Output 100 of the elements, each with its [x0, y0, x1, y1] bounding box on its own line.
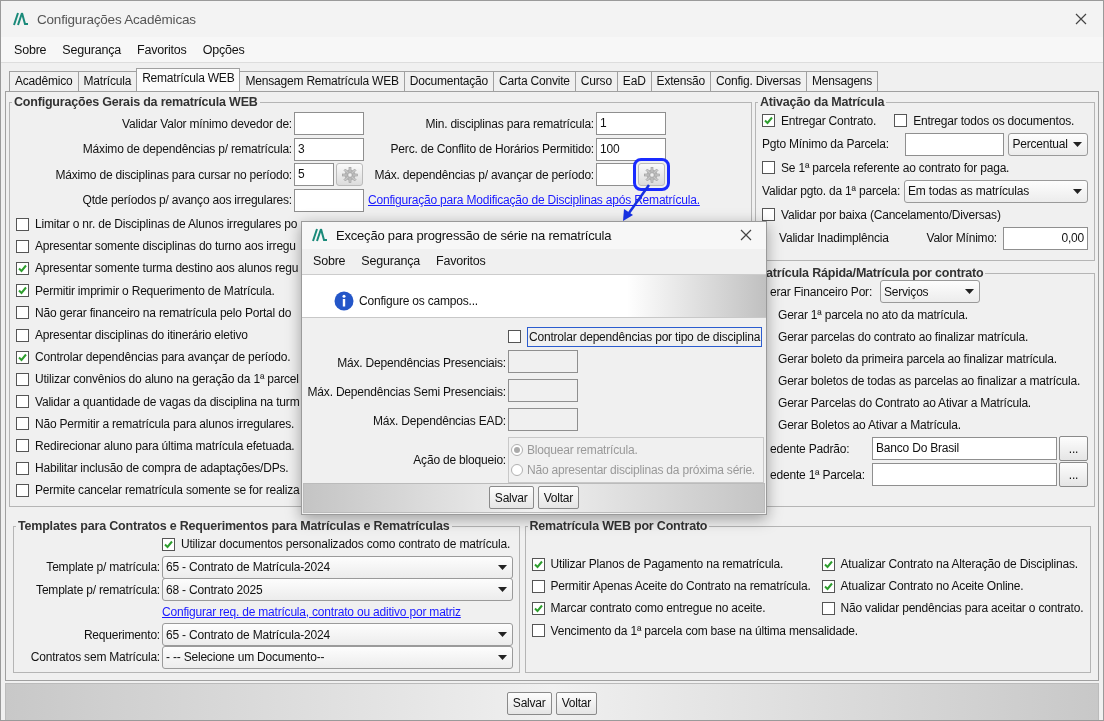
checkbox-label: Permite cancelar rematrícula somente se for realiza [35, 483, 300, 498]
info-icon [334, 290, 354, 311]
checkbox[interactable] [531, 601, 545, 615]
caret-icon [498, 564, 507, 570]
input-field[interactable]: 100 [596, 137, 666, 161]
checkbox[interactable] [16, 261, 29, 275]
group-title: Templates para Contratos e Requerimentos para Matrículas e Rematrículas [17, 519, 451, 533]
tab[interactable]: Rematrícula WEB [136, 68, 241, 91]
checkbox[interactable] [16, 439, 29, 453]
field-label: Máx. Dependências EAD: [372, 413, 507, 428]
checkbox-label: Atualizar Contrato no Aceite Online. [840, 579, 1024, 594]
checkbox-label: Apresentar disciplinas do itinerário eletivo [35, 328, 248, 343]
checkbox[interactable] [16, 395, 29, 409]
action-button[interactable]: Salvar [506, 691, 552, 715]
dropdown[interactable]: - -- Selecione um Documento-- [162, 645, 513, 669]
checkbox[interactable] [16, 284, 29, 298]
tab[interactable]: Acadêmico [9, 71, 79, 91]
checkbox-label: Apresentar somente disciplinas do turno aos irregu [35, 239, 296, 254]
close-icon[interactable] [740, 229, 752, 242]
checkbox-label: Controlar dependências por tipo de disciplina [527, 326, 763, 347]
checkbox-label: Habilitar inclusão de compra de adaptações/DPs. [35, 461, 289, 476]
input-field[interactable]: 5 [294, 163, 334, 187]
input-field[interactable] [294, 112, 364, 136]
tab[interactable]: Config. Diversas [710, 71, 807, 91]
group-title: Configurações Gerais da rematrícula WEB [13, 95, 259, 109]
input-field[interactable]: Banco Do Brasil [872, 437, 1057, 460]
checkbox[interactable] [531, 624, 545, 638]
checkbox-label: Entregar todos os documentos. [913, 113, 1075, 128]
checkbox[interactable] [16, 372, 29, 386]
field-label: Template p/ rematrícula: [35, 582, 160, 597]
menu-item[interactable]: Favoritos [428, 254, 494, 269]
checkbox-label: Gerar boletos de todas as parcelas ao finalizar a matrícula. [778, 373, 1081, 388]
menu-item[interactable]: Segurança [54, 42, 130, 57]
checkbox[interactable] [531, 557, 545, 571]
field-label: Qtde períodos p/ avanço aos irregulares: [81, 193, 292, 208]
gear-icon [643, 166, 660, 183]
radio-label: Não apresentar disciplinas da próxima série. [527, 462, 755, 477]
menu-item[interactable]: Sobre [6, 42, 55, 57]
input-field[interactable] [508, 378, 578, 402]
input-field[interactable] [905, 132, 1005, 156]
dropdown[interactable]: Em todas as matrículas [904, 179, 1088, 203]
checkbox[interactable] [821, 579, 835, 593]
input-field[interactable]: 0,00 [1003, 226, 1088, 250]
checkbox[interactable] [894, 114, 908, 128]
tab[interactable]: Mensagem Rematrícula WEB [239, 71, 405, 91]
checkbox[interactable] [762, 208, 775, 222]
dropdown[interactable]: 65 - Contrato de Matrícula-2024 [162, 623, 513, 646]
checkbox[interactable] [16, 417, 29, 431]
checkbox[interactable] [821, 601, 835, 615]
caret-icon [1073, 141, 1082, 147]
checkbox[interactable] [531, 579, 545, 593]
field-label: Pgto Mínimo da Parcela: [762, 137, 890, 152]
link[interactable]: Configurar req. de matrícula, contrato ou aditivo por matriz [162, 604, 461, 619]
checkbox-label: Utilizar convênios do aluno na geração da 1ª parcel [35, 372, 299, 387]
group-title: atrícula Rápida/Matrícula por contrato [765, 266, 985, 280]
checkbox[interactable] [162, 537, 175, 551]
action-button[interactable]: Voltar [555, 691, 598, 715]
action-button[interactable]: Salvar [488, 486, 534, 510]
browse-button[interactable]: ... [1059, 462, 1088, 487]
input-field[interactable] [872, 463, 1057, 486]
checkbox-label: Marcar contrato como entregue no aceite. [550, 601, 766, 616]
action-button[interactable]: Voltar [537, 486, 580, 510]
checkbox-label: Não gerar financeiro na rematrícula pelo Portal do [35, 305, 292, 320]
dropdown[interactable]: 65 - Contrato de Matrícula-2024 [162, 555, 513, 579]
checkbox[interactable] [762, 161, 775, 175]
checkbox-label: Utilizar documentos personalizados como contrato de matrícula. [181, 537, 511, 551]
field-label: edente Padrão: [769, 441, 851, 456]
menu-item[interactable]: Segurança [353, 254, 429, 269]
input-field[interactable] [596, 163, 636, 187]
checkbox[interactable] [16, 483, 29, 497]
tab[interactable]: Mensagens [805, 71, 879, 91]
checkbox-label: Não Permitir a rematrícula para alunos irregulares. [35, 416, 295, 431]
menu-item[interactable]: Sobre [305, 254, 354, 269]
checkbox[interactable] [508, 330, 521, 344]
checkbox[interactable] [16, 239, 29, 253]
input-field[interactable]: 1 [596, 112, 666, 136]
checkbox-label: Vencimento da 1ª parcela com base na última mensalidade. [550, 623, 858, 638]
checkbox[interactable] [16, 217, 29, 231]
dropdown[interactable]: 68 - Contrato 2025 [162, 578, 513, 601]
browse-button[interactable]: ... [1059, 436, 1088, 461]
checkbox[interactable] [16, 461, 29, 475]
tab[interactable]: Documentação [403, 71, 495, 91]
input-field[interactable] [508, 349, 578, 373]
input-field[interactable]: 3 [294, 137, 364, 161]
checkbox[interactable] [16, 350, 29, 364]
dropdown[interactable]: Serviços [880, 280, 980, 304]
menu-item[interactable]: Favoritos [129, 42, 195, 57]
close-icon[interactable] [1075, 13, 1087, 25]
checkbox[interactable] [16, 328, 29, 342]
checkbox[interactable] [821, 557, 835, 571]
input-field[interactable] [508, 407, 578, 431]
field-label: Template p/ matrícula: [45, 560, 160, 574]
dropdown[interactable]: Percentual [1008, 132, 1088, 156]
checkbox[interactable] [16, 306, 29, 320]
checkbox-label: Gerar boleto da primeira parcela ao finalizar matrícula. [778, 351, 1057, 366]
input-field[interactable] [294, 188, 364, 212]
checkbox[interactable] [762, 114, 775, 128]
caret-icon [498, 587, 507, 592]
checkbox-label: Gerar Boletos ao Ativar a Matrícula. [778, 417, 961, 432]
menu-item[interactable]: Opções [194, 42, 253, 57]
